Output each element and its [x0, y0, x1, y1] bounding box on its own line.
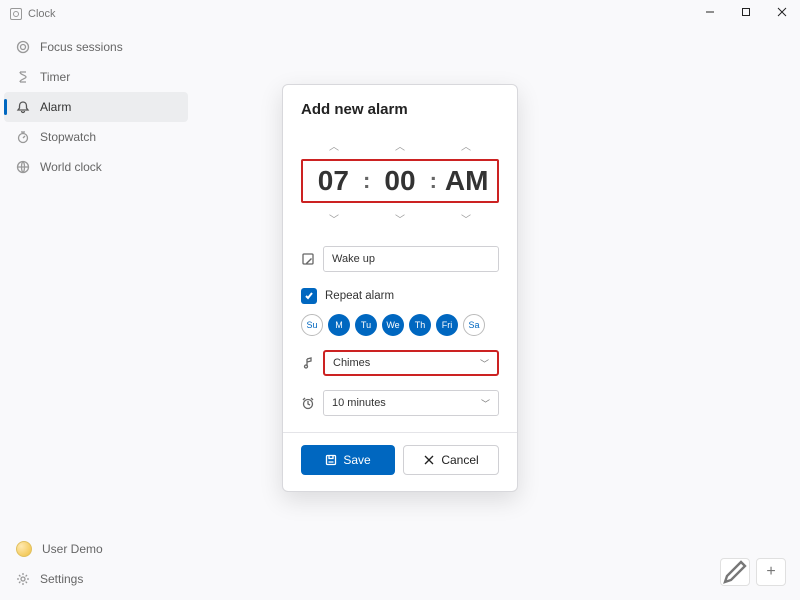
day-su[interactable]: Su: [301, 314, 323, 336]
sidebar-item-label: Alarm: [40, 100, 71, 114]
fab-group: +: [720, 558, 786, 586]
window-controls: [692, 0, 800, 24]
add-alarm-dialog: Add new alarm ︿ ︿ ︿ 07 : 00 : AM ﹀ ﹀ ﹀ W…: [282, 84, 518, 492]
time-up-arrows: ︿ ︿ ︿: [301, 132, 499, 159]
app-title: Clock: [28, 8, 56, 20]
ampm-down[interactable]: ﹀: [433, 205, 499, 232]
sidebar-item-label: Timer: [40, 70, 70, 84]
bell-icon: [16, 100, 30, 114]
titlebar: Clock: [0, 0, 800, 28]
stopwatch-icon: [16, 130, 30, 144]
sidebar-item-stopwatch[interactable]: Stopwatch: [4, 122, 188, 152]
settings-label: Settings: [40, 572, 83, 586]
gear-icon: [16, 572, 30, 586]
day-th[interactable]: Th: [409, 314, 431, 336]
time-down-arrows: ﹀ ﹀ ﹀: [301, 205, 499, 232]
dialog-title: Add new alarm: [301, 101, 499, 118]
ampm-up[interactable]: ︿: [433, 132, 499, 159]
time-sep: :: [428, 168, 438, 194]
edit-button[interactable]: [720, 558, 750, 586]
snooze-row: 10 minutes ﹀: [301, 390, 499, 416]
dialog-buttons: Save Cancel: [301, 445, 499, 475]
save-button[interactable]: Save: [301, 445, 395, 475]
time-sep: :: [362, 168, 372, 194]
sidebar-item-label: Focus sessions: [40, 40, 123, 54]
snooze-value: 10 minutes: [332, 397, 386, 409]
sound-value: Chimes: [333, 357, 370, 369]
app-icon: [10, 8, 22, 20]
day-fr[interactable]: Fri: [436, 314, 458, 336]
minute-value[interactable]: 00: [372, 165, 429, 197]
day-m[interactable]: M: [328, 314, 350, 336]
music-note-icon: [301, 356, 315, 370]
avatar: [16, 541, 32, 557]
day-tu[interactable]: Tu: [355, 314, 377, 336]
days-row: Su M Tu We Th Fri Sa: [301, 314, 499, 336]
close-button[interactable]: [764, 0, 800, 24]
sidebar-bottom: User Demo Settings: [0, 534, 192, 594]
user-name: User Demo: [42, 542, 103, 556]
minute-up[interactable]: ︿: [367, 132, 433, 159]
hour-up[interactable]: ︿: [301, 132, 367, 159]
save-label: Save: [343, 453, 370, 467]
sidebar-item-worldclock[interactable]: World clock: [4, 152, 188, 182]
sidebar-user[interactable]: User Demo: [4, 534, 188, 564]
cancel-label: Cancel: [441, 453, 478, 467]
sidebar-item-label: Stopwatch: [40, 130, 96, 144]
repeat-checkbox[interactable]: [301, 288, 317, 304]
hour-value[interactable]: 07: [305, 165, 362, 197]
repeat-row: Repeat alarm: [301, 288, 499, 304]
ampm-value[interactable]: AM: [438, 165, 495, 197]
repeat-label: Repeat alarm: [325, 290, 394, 302]
edit-icon: [301, 252, 315, 266]
sidebar-item-timer[interactable]: Timer: [4, 62, 188, 92]
day-sa[interactable]: Sa: [463, 314, 485, 336]
hourglass-icon: [16, 70, 30, 84]
dialog-separator: [283, 432, 517, 433]
sidebar-settings[interactable]: Settings: [4, 564, 188, 594]
sound-row: Chimes ﹀: [301, 350, 499, 376]
globe-icon: [16, 160, 30, 174]
app-window: Clock Focus sessions Timer Alarm Stopwat…: [0, 0, 800, 600]
snooze-select[interactable]: 10 minutes ﹀: [323, 390, 499, 416]
time-picker[interactable]: 07 : 00 : AM: [301, 159, 499, 203]
sound-select[interactable]: Chimes ﹀: [323, 350, 499, 376]
alarm-name-input[interactable]: Wake up: [323, 246, 499, 272]
chevron-down-icon: ﹀: [481, 397, 490, 410]
cancel-button[interactable]: Cancel: [403, 445, 499, 475]
day-we[interactable]: We: [382, 314, 404, 336]
add-button[interactable]: +: [756, 558, 786, 586]
snooze-icon: [301, 396, 315, 410]
minimize-button[interactable]: [692, 0, 728, 24]
target-icon: [16, 40, 30, 54]
alarm-name-row: Wake up: [301, 246, 499, 272]
maximize-button[interactable]: [728, 0, 764, 24]
sidebar-item-focus[interactable]: Focus sessions: [4, 32, 188, 62]
minute-down[interactable]: ﹀: [367, 205, 433, 232]
sidebar-item-alarm[interactable]: Alarm: [4, 92, 188, 122]
sidebar-item-label: World clock: [40, 160, 102, 174]
sidebar: Focus sessions Timer Alarm Stopwatch Wor…: [0, 28, 192, 600]
chevron-down-icon: ﹀: [480, 357, 489, 370]
hour-down[interactable]: ﹀: [301, 205, 367, 232]
